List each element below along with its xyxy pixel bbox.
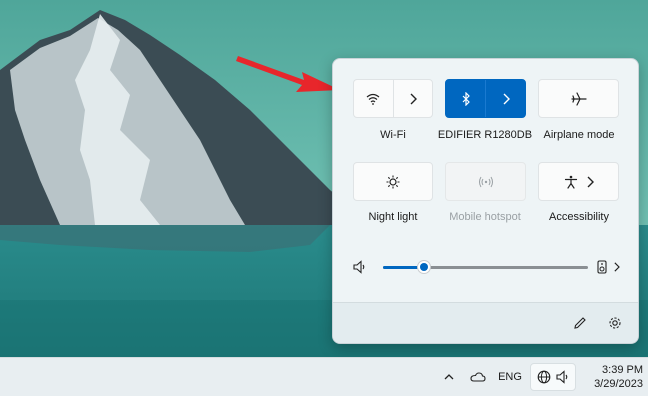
speaker-device-icon (597, 260, 607, 274)
taskbar: ENG 3:39 PM 3/29/2023 (0, 357, 648, 396)
wifi-icon (366, 93, 380, 105)
show-hidden-icons-button[interactable] (440, 368, 458, 386)
volume-slider[interactable] (383, 260, 588, 274)
chevron-right-icon (587, 176, 594, 187)
speaker-icon (556, 370, 568, 384)
pencil-icon (574, 317, 586, 329)
airplane-mode-label: Airplane mode (543, 129, 615, 141)
annotation-arrow (232, 48, 342, 103)
cloud-icon (470, 372, 486, 382)
night-light-tile[interactable] (353, 162, 433, 201)
bluetooth-icon (462, 91, 470, 106)
clock-date: 3/29/2023 (594, 378, 643, 390)
chevron-right-icon (503, 93, 510, 104)
accessibility-label: Accessibility (549, 211, 609, 223)
wifi-expand-button[interactable] (394, 80, 433, 117)
airplane-mode-tile[interactable] (538, 79, 619, 118)
bluetooth-label: EDIFIER R1280DB (437, 129, 533, 141)
onedrive-tray-button[interactable] (468, 368, 488, 386)
bluetooth-tile (445, 79, 526, 118)
input-language-indicator[interactable]: ENG (496, 368, 524, 386)
speaker-icon (353, 260, 365, 274)
taskbar-clock[interactable]: 3:39 PM 3/29/2023 (583, 363, 643, 391)
quick-settings-panel: Wi-Fi EDIFIER R1280DB Airplane mode Nigh… (332, 58, 639, 344)
chevron-right-icon (614, 262, 620, 272)
mobile-hotspot-tile[interactable] (445, 162, 526, 201)
quick-settings-footer (333, 302, 638, 343)
accessibility-tile[interactable] (538, 162, 619, 201)
audio-output-button[interactable] (597, 260, 620, 274)
chevron-up-icon (444, 374, 454, 380)
globe-icon (537, 370, 551, 384)
volume-mute-button[interactable] (353, 260, 367, 279)
night-light-label: Night light (368, 211, 418, 223)
bluetooth-toggle-button[interactable] (446, 80, 485, 117)
wifi-toggle-button[interactable] (354, 80, 393, 117)
volume-slider-thumb[interactable] (417, 260, 431, 274)
airplane-icon (570, 91, 587, 106)
night-light-icon (386, 175, 400, 188)
bluetooth-expand-button[interactable] (486, 80, 525, 117)
clock-time: 3:39 PM (602, 364, 643, 376)
all-settings-button[interactable] (608, 316, 622, 335)
hotspot-icon (478, 176, 493, 187)
wifi-label: Wi-Fi (380, 129, 406, 141)
gear-icon (609, 317, 621, 329)
network-volume-tray-button[interactable] (530, 363, 576, 391)
chevron-right-icon (410, 93, 417, 104)
wifi-tile (353, 79, 433, 118)
edit-quick-settings-button[interactable] (573, 316, 587, 335)
accessibility-icon (564, 175, 577, 189)
mobile-hotspot-label: Mobile hotspot (449, 211, 521, 223)
